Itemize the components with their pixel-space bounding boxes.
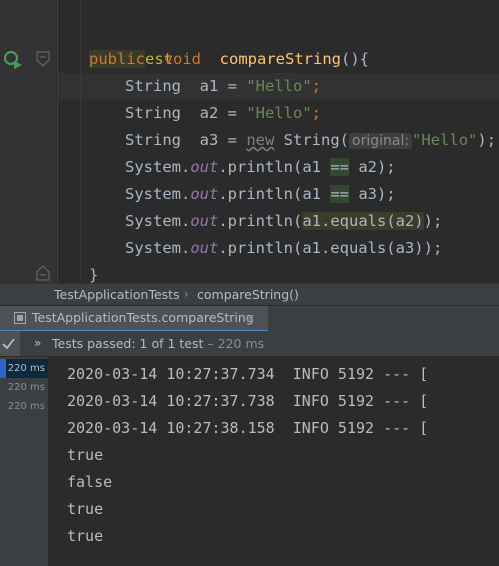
code-line-a2[interactable]: String a2 = "Hello"; [125,100,321,127]
code-line-print3[interactable]: System.out.println(a1.equals(a2)); [125,208,442,235]
tests-passed-text: Tests passed: 1 of 1 test – 220 ms [52,331,264,356]
type-token: String [125,104,181,122]
operator-token: == [330,158,349,176]
punctuation-token: a2); [348,158,396,176]
code-line-print1[interactable]: System.out.println(a1 == a2); [125,154,396,181]
breadcrumb-separator: › [184,287,189,301]
tree-row[interactable]: 220 ms [0,397,48,416]
string-token: "Hello" [246,77,312,95]
breadcrumb-class[interactable]: TestApplicationTests [54,284,180,305]
keyword-token: void [163,50,201,68]
var-token: a3 = [199,131,247,149]
fold-marker-icon[interactable] [36,51,50,67]
fold-end-marker-icon[interactable] [36,265,50,281]
code-line-closing-brace[interactable]: } [89,262,98,283]
punctuation-token: (){ [341,50,369,68]
class-token: System. [125,158,191,176]
tab-run-config[interactable]: TestApplicationTests.compareString × [0,306,268,333]
field-token: out [190,185,219,203]
field-token: out [190,158,219,176]
parameter-hint: original: [349,133,413,149]
console-output[interactable]: 2020-03-14 10:27:37.734 INFO 5192 --- [ … [48,357,499,566]
var-token: a1 = [199,77,247,95]
status-toggle-button[interactable] [0,331,20,356]
method-name-token: compareString [219,50,341,68]
console-line: true [67,446,104,464]
code-line-annotation[interactable]: @Test [89,19,173,68]
run-tabs-bar: TestApplicationTests.compareString × [0,305,499,333]
console-line: true [67,500,104,518]
breadcrumb: TestApplicationTests › compareString() [0,283,499,305]
type-token: String [125,77,181,95]
tree-row-duration: 220 ms [7,382,45,393]
class-token: System. [125,212,191,230]
passed-duration: – 220 ms [203,336,265,351]
console-line: 2020-03-14 10:27:37.738 INFO 5192 --- [ [67,392,429,410]
editor-gutter [0,0,56,283]
tree-row[interactable]: 220 ms [0,378,48,397]
passed-of-text: of 1 test [147,336,204,351]
console-line: true [67,527,104,545]
console-line: false [67,473,113,491]
class-token: System. [125,239,191,257]
call-token: .println(a1 [218,158,331,176]
close-icon[interactable]: × [245,306,255,330]
console-line: 2020-03-14 10:27:38.158 INFO 5192 --- [ [67,419,429,437]
class-token: System. [125,185,191,203]
passed-label: Tests passed: [52,336,140,351]
field-token: out [190,239,219,257]
string-token: "Hello" [246,104,312,122]
chevron-right-icon[interactable]: » [34,331,41,356]
call-token: .println(a1.equals(a3)); [218,239,443,257]
code-line-a3[interactable]: String a3 = new String(original: "Hello")… [125,127,496,154]
field-token: out [190,212,219,230]
class-token: String( [274,131,349,149]
call-token: .println( [218,212,303,230]
new-keyword-token: new [246,131,275,149]
equals-expression-token: a1.equals(a2) [302,212,424,230]
call-token: .println(a1 [218,185,331,203]
punctuation-token: ); [423,212,443,230]
breadcrumb-method[interactable]: compareString() [197,284,299,305]
code-line-method-signature[interactable]: public void compareString(){ [89,46,369,73]
punctuation-token: ); [477,131,497,149]
tree-row-duration: 220 ms [7,363,45,374]
test-status-bar: » Tests passed: 1 of 1 test – 220 ms [0,331,499,357]
gutter-divider [57,0,58,283]
type-token: String [125,131,181,149]
code-line-print4[interactable]: System.out.println(a1.equals(a3)); [125,235,442,262]
var-token: a2 = [199,104,247,122]
check-icon [2,338,15,350]
run-test-icon[interactable] [3,49,23,69]
console-line: 2020-03-14 10:27:37.734 INFO 5192 --- [ [67,365,429,383]
tree-row[interactable]: 220 ms [0,359,48,378]
indent-guide [80,0,81,283]
test-tree-panel: 220 ms 220 ms 220 ms [0,357,48,566]
semicolon-token: ; [311,104,322,122]
code-editor[interactable]: @Test public void compareString(){ Strin… [0,0,499,283]
test-config-icon [14,312,26,324]
string-token: "Hello" [412,131,478,149]
punctuation-token: a3); [348,185,396,203]
keyword-token: public [89,50,145,68]
code-line-a1[interactable]: String a1 = "Hello"; [125,73,321,100]
code-line-print2[interactable]: System.out.println(a1 == a3); [125,181,396,208]
tree-row-duration: 220 ms [7,401,45,412]
brace-token: } [89,266,99,283]
tab-label: TestApplicationTests.compareString [32,310,254,325]
semicolon-token: ; [311,77,322,95]
operator-token: == [330,185,349,203]
